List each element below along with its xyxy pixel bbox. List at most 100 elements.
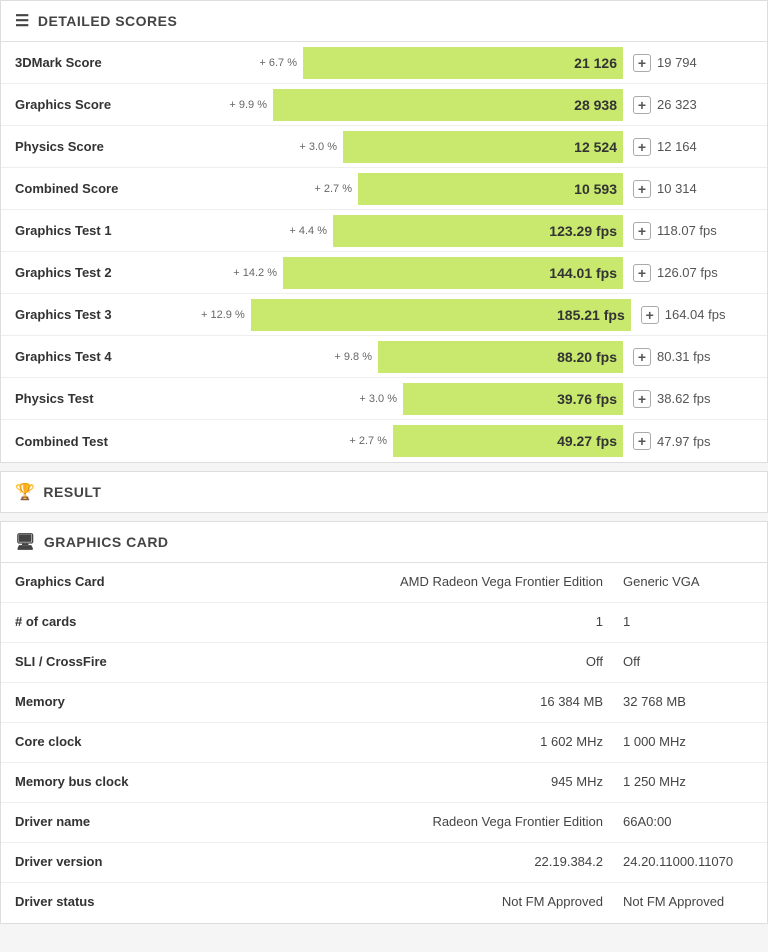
info-row: Memory 16 384 MB 32 768 MB xyxy=(1,683,767,723)
pct-label: + 4.4 % xyxy=(289,225,327,237)
score-label: Combined Test xyxy=(1,424,201,459)
score-value-compare: 19 794 xyxy=(657,55,767,70)
monitor-icon: 🖥 xyxy=(15,532,36,552)
info-val1: 1 xyxy=(215,614,623,629)
pct-label: + 6.7 % xyxy=(259,57,297,69)
expand-icon[interactable]: + xyxy=(633,138,651,156)
info-values: 22.19.384.2 24.20.11000.11070 xyxy=(201,843,767,880)
info-row: # of cards 1 1 xyxy=(1,603,767,643)
info-val2: 1 000 MHz xyxy=(623,734,753,749)
score-bar-wrapper: + 4.4 % 123.29 fps xyxy=(201,215,623,247)
pct-label: + 3.0 % xyxy=(359,393,397,405)
expand-icon[interactable]: + xyxy=(633,222,651,240)
expand-icon[interactable]: + xyxy=(633,390,651,408)
score-value-main: 21 126 xyxy=(574,55,617,71)
expand-icon[interactable]: + xyxy=(641,306,659,324)
score-bar-wrapper: + 6.7 % 21 126 xyxy=(201,47,623,79)
score-row: Combined Test + 2.7 % 49.27 fps + 47.97 … xyxy=(1,420,767,462)
score-value-compare: 10 314 xyxy=(657,181,767,196)
pct-label: + 14.2 % xyxy=(233,267,277,279)
score-bar-wrapper: + 12.9 % 185.21 fps xyxy=(201,299,631,331)
score-row: Physics Test + 3.0 % 39.76 fps + 38.62 f… xyxy=(1,378,767,420)
info-values: AMD Radeon Vega Frontier Edition Generic… xyxy=(201,563,767,600)
score-label: Graphics Test 1 xyxy=(1,213,201,248)
detailed-scores-section: ☰ DETAILED SCORES 3DMark Score + 6.7 % 2… xyxy=(0,0,768,463)
score-value-main: 12 524 xyxy=(574,139,617,155)
score-bar-container: + 4.4 % 123.29 fps xyxy=(201,215,627,247)
score-bar: 144.01 fps xyxy=(283,257,623,289)
expand-icon[interactable]: + xyxy=(633,348,651,366)
menu-icon: ☰ xyxy=(15,11,30,31)
info-label: Driver name xyxy=(1,803,201,840)
info-row: Driver status Not FM Approved Not FM App… xyxy=(1,883,767,923)
expand-icon[interactable]: + xyxy=(633,54,651,72)
score-value-main: 88.20 fps xyxy=(557,349,617,365)
score-bar-wrapper: + 9.9 % 28 938 xyxy=(201,89,623,121)
score-label: Graphics Test 3 xyxy=(1,297,201,332)
info-val2: 1 xyxy=(623,614,753,629)
info-values: Off Off xyxy=(201,643,767,680)
score-row: Graphics Test 1 + 4.4 % 123.29 fps + 118… xyxy=(1,210,767,252)
score-value-main: 144.01 fps xyxy=(549,265,617,281)
score-bar: 49.27 fps xyxy=(393,425,623,457)
score-label: Physics Score xyxy=(1,129,201,164)
score-bar-container: + 3.0 % 12 524 xyxy=(201,131,627,163)
info-val1: Not FM Approved xyxy=(215,894,623,909)
info-label: SLI / CrossFire xyxy=(1,643,201,680)
score-value-compare: 38.62 fps xyxy=(657,391,767,406)
score-bar-container: + 9.9 % 28 938 xyxy=(201,89,627,121)
info-label: Graphics Card xyxy=(1,563,201,600)
info-val1: AMD Radeon Vega Frontier Edition xyxy=(215,574,623,589)
pct-label: + 9.8 % xyxy=(334,351,372,363)
info-val1: 22.19.384.2 xyxy=(215,854,623,869)
score-bar-wrapper: + 2.7 % 49.27 fps xyxy=(201,425,623,457)
info-values: Radeon Vega Frontier Edition 66A0:00 xyxy=(201,803,767,840)
info-val2: 32 768 MB xyxy=(623,694,753,709)
info-label: Memory xyxy=(1,683,201,720)
info-row: Core clock 1 602 MHz 1 000 MHz xyxy=(1,723,767,763)
score-label: 3DMark Score xyxy=(1,45,201,80)
score-bar-container: + 2.7 % 10 593 xyxy=(201,173,627,205)
score-rows: 3DMark Score + 6.7 % 21 126 + 19 794 Gra… xyxy=(1,42,767,462)
info-label: Memory bus clock xyxy=(1,763,201,800)
score-bar-wrapper: + 2.7 % 10 593 xyxy=(201,173,623,205)
info-row: Driver name Radeon Vega Frontier Edition… xyxy=(1,803,767,843)
detailed-scores-title: DETAILED SCORES xyxy=(38,13,177,29)
info-label: Core clock xyxy=(1,723,201,760)
trophy-icon: 🏆 xyxy=(15,482,35,502)
score-bar: 39.76 fps xyxy=(403,383,623,415)
info-values: 1 602 MHz 1 000 MHz xyxy=(201,723,767,760)
info-val2: 66A0:00 xyxy=(623,814,753,829)
score-value-compare: 12 164 xyxy=(657,139,767,154)
expand-icon[interactable]: + xyxy=(633,180,651,198)
expand-icon[interactable]: + xyxy=(633,432,651,450)
score-row: 3DMark Score + 6.7 % 21 126 + 19 794 xyxy=(1,42,767,84)
info-label: # of cards xyxy=(1,603,201,640)
score-value-compare: 126.07 fps xyxy=(657,265,767,280)
score-bar: 123.29 fps xyxy=(333,215,623,247)
expand-icon[interactable]: + xyxy=(633,96,651,114)
graphics-card-title: GRAPHICS CARD xyxy=(44,534,169,550)
score-bar-wrapper: + 3.0 % 39.76 fps xyxy=(201,383,623,415)
score-value-compare: 47.97 fps xyxy=(657,434,767,449)
info-values: 1 1 xyxy=(201,603,767,640)
score-bar-wrapper: + 14.2 % 144.01 fps xyxy=(201,257,623,289)
info-val1: Radeon Vega Frontier Edition xyxy=(215,814,623,829)
info-val2: 1 250 MHz xyxy=(623,774,753,789)
pct-label: + 2.7 % xyxy=(349,435,387,447)
pct-label: + 12.9 % xyxy=(201,309,245,321)
score-value-main: 123.29 fps xyxy=(549,223,617,239)
score-label: Graphics Test 4 xyxy=(1,339,201,374)
info-val2: Off xyxy=(623,654,753,669)
score-bar: 12 524 xyxy=(343,131,623,163)
score-row: Physics Score + 3.0 % 12 524 + 12 164 xyxy=(1,126,767,168)
info-val1: 945 MHz xyxy=(215,774,623,789)
info-row: SLI / CrossFire Off Off xyxy=(1,643,767,683)
score-bar-wrapper: + 3.0 % 12 524 xyxy=(201,131,623,163)
score-row: Graphics Test 3 + 12.9 % 185.21 fps + 16… xyxy=(1,294,767,336)
score-row: Combined Score + 2.7 % 10 593 + 10 314 xyxy=(1,168,767,210)
score-value-main: 185.21 fps xyxy=(557,307,625,323)
score-bar-container: + 2.7 % 49.27 fps xyxy=(201,425,627,457)
info-val2: 24.20.11000.11070 xyxy=(623,854,753,869)
expand-icon[interactable]: + xyxy=(633,264,651,282)
